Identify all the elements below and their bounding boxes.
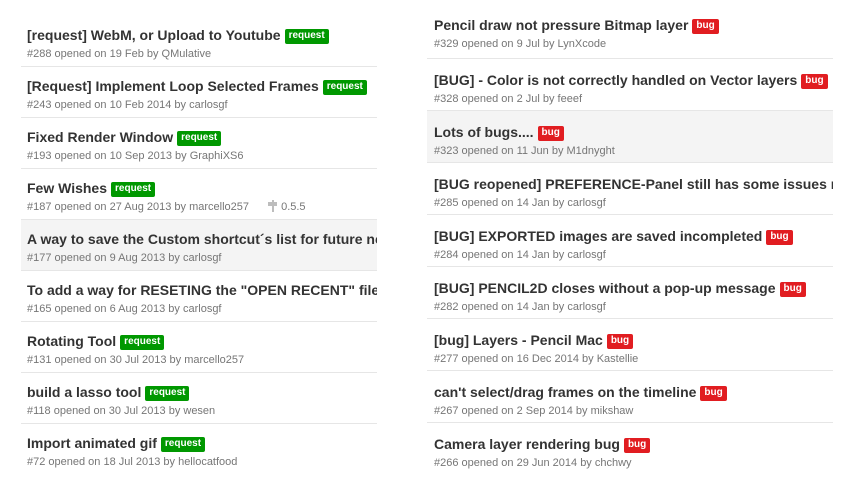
issue-title-link[interactable]: Few Wishes xyxy=(27,180,107,196)
issue-meta: #277 opened on 16 Dec 2014 by Kastellie xyxy=(434,353,639,365)
milestone-icon xyxy=(268,200,278,212)
issue-row[interactable]: [Request] Implement Loop Selected Frames… xyxy=(21,67,377,118)
issue-row[interactable]: Rotating Tool request #131 opened on 30 J… xyxy=(21,322,377,373)
issue-meta: #243 opened on 10 Feb 2014 by carlosgf xyxy=(27,99,228,111)
issue-meta-text: #187 opened on 27 Aug 2013 by marcello25… xyxy=(27,201,250,213)
issue-row[interactable]: [BUG] - Color is not correctly handled o… xyxy=(427,59,833,111)
bug-label[interactable]: bug xyxy=(606,334,634,349)
issue-row[interactable]: [BUG] EXPORTED images are saved incomple… xyxy=(427,215,833,267)
bug-label[interactable]: bug xyxy=(779,282,806,297)
issue-meta: #266 opened on 29 Jun 2014 by chchwy xyxy=(434,457,632,469)
bug-label[interactable]: bug xyxy=(801,74,828,89)
request-label[interactable]: request xyxy=(111,182,156,197)
issue-title-link[interactable]: [Request] Implement Loop Selected Frames xyxy=(27,78,319,94)
issue-meta: #267 opened on 2 Sep 2014 by mikshaw xyxy=(434,405,634,417)
issue-row[interactable]: [BUG reopened] PREFERENCE-Panel still ha… xyxy=(427,163,833,215)
request-label[interactable]: request xyxy=(177,131,222,146)
issue-meta: #282 opened on 14 Jan by carlosgf xyxy=(434,301,606,313)
milestone-link[interactable]: 0.5.5 xyxy=(268,200,306,213)
issue-title-link[interactable]: Pencil draw not pressure Bitmap layer xyxy=(434,17,688,33)
issue-title-link[interactable]: [BUG] EXPORTED images are saved incomple… xyxy=(434,228,762,244)
issue-title-link[interactable]: Fixed Render Window xyxy=(27,129,173,145)
issue-title-link[interactable]: [bug] Layers - Pencil Mac xyxy=(434,332,603,348)
milestone-label: 0.5.5 xyxy=(281,201,306,213)
issue-row[interactable]: Import animated gif request #72 opened on… xyxy=(21,424,377,475)
issue-meta: #329 opened on 9 Jul by LynXcode xyxy=(434,38,607,50)
issue-row[interactable]: Pencil draw not pressure Bitmap layer bug… xyxy=(427,0,833,59)
issue-meta: #285 opened on 14 Jan by carlosgf xyxy=(434,197,606,209)
issue-title-link[interactable]: [request] WebM, or Upload to Youtube xyxy=(27,27,281,43)
left-issue-list: [request] WebM, or Upload to Youtube requ… xyxy=(21,16,377,475)
request-label[interactable]: request xyxy=(160,437,206,452)
issue-title-link[interactable]: Lots of bugs.... xyxy=(434,124,534,140)
issue-title-link[interactable]: [BUG reopened] PREFERENCE-Panel still ha… xyxy=(434,176,833,192)
issue-meta: #193 opened on 10 Sep 2013 by GraphiXS6 xyxy=(27,150,244,162)
request-label[interactable]: request xyxy=(120,335,165,350)
bug-label[interactable]: bug xyxy=(623,438,651,453)
right-issue-list: Pencil draw not pressure Bitmap layer bug… xyxy=(427,0,833,475)
issue-row[interactable]: Camera layer rendering bug bug #266 opene… xyxy=(427,423,833,475)
issue-meta: #165 opened on 6 Aug 2013 by carlosgf xyxy=(27,303,222,315)
issue-title-link[interactable]: [BUG] PENCIL2D closes without a pop-up m… xyxy=(434,280,776,296)
issue-row[interactable]: [bug] Layers - Pencil Mac bug #277 opened… xyxy=(427,319,833,371)
issue-meta: #118 opened on 30 Jul 2013 by wesen xyxy=(27,405,216,417)
issue-row[interactable]: [request] WebM, or Upload to Youtube requ… xyxy=(21,16,377,67)
issue-row[interactable]: can't select/drag frames on the timeline… xyxy=(427,371,833,423)
issue-meta: #177 opened on 9 Aug 2013 by carlosgf xyxy=(27,252,222,264)
request-label[interactable]: request xyxy=(322,80,367,95)
request-label[interactable]: request xyxy=(284,29,329,44)
issue-title-link[interactable]: Camera layer rendering bug xyxy=(434,436,620,452)
issue-meta: #72 opened on 18 Jul 2013 by hellocatfoo… xyxy=(27,456,238,468)
bug-label[interactable]: bug xyxy=(537,126,564,141)
issue-meta: #288 opened on 19 Feb by QMulative xyxy=(27,48,212,60)
issue-meta: #187 opened on 27 Aug 2013 by marcello25… xyxy=(27,199,377,215)
issue-title-link[interactable]: [BUG] - Color is not correctly handled o… xyxy=(434,72,797,88)
issue-row[interactable]: To add a way for RESETING the "OPEN RECE… xyxy=(21,271,377,322)
issue-title-link[interactable]: can't select/drag frames on the timeline xyxy=(434,384,696,400)
issue-title-link[interactable]: To add a way for RESETING the "OPEN RECE… xyxy=(27,282,377,298)
issue-meta: #131 opened on 30 Jul 2013 by marcello25… xyxy=(27,354,245,366)
issue-row[interactable]: A way to save the Custom shortcut´s list… xyxy=(21,220,377,271)
issue-title-link[interactable]: A way to save the Custom shortcut´s list… xyxy=(27,231,377,247)
issue-title-link[interactable]: build a lasso tool xyxy=(27,384,141,400)
issue-meta: #328 opened on 2 Jul by feeef xyxy=(434,93,583,105)
issue-meta: #323 opened on 11 Jun by M1dnyght xyxy=(434,145,615,157)
bug-label[interactable]: bug xyxy=(692,19,719,34)
issue-title-link[interactable]: Rotating Tool xyxy=(27,333,116,349)
bug-label[interactable]: bug xyxy=(766,230,793,245)
issue-title-link[interactable]: Import animated gif xyxy=(27,435,157,451)
issue-row[interactable]: build a lasso tool request #118 opened on… xyxy=(21,373,377,424)
bug-label[interactable]: bug xyxy=(700,386,727,401)
issue-row[interactable]: Few Wishes request #187 opened on 27 Aug … xyxy=(21,169,377,220)
issue-row[interactable]: [BUG] PENCIL2D closes without a pop-up m… xyxy=(427,267,833,319)
issue-row[interactable]: Fixed Render Window request #193 opened o… xyxy=(21,118,377,169)
request-label[interactable]: request xyxy=(145,386,190,401)
issue-meta: #284 opened on 14 Jan by carlosgf xyxy=(434,249,606,261)
issue-row[interactable]: Lots of bugs.... bug #323 opened on 11 Ju… xyxy=(427,111,833,163)
